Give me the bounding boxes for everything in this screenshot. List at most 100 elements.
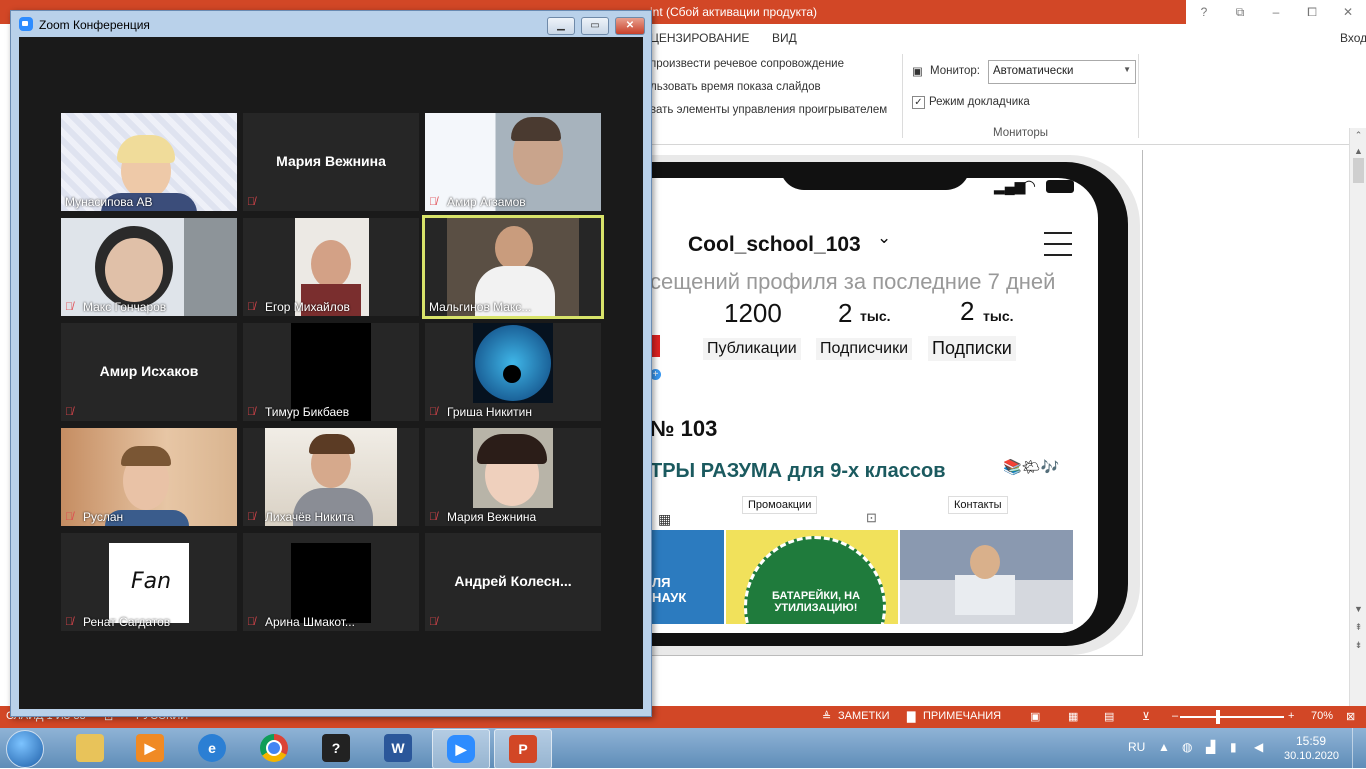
participant-tile[interactable]: 🎙̸ Руслан xyxy=(61,428,237,526)
restore-icon[interactable]: ⧠ xyxy=(1294,0,1330,24)
tray-app-icon[interactable]: ◍ xyxy=(1182,740,1192,754)
muted-mic-icon: 🎙̸ xyxy=(429,511,438,523)
tab-view[interactable]: ВИД xyxy=(772,31,797,45)
muted-mic-icon: 🎙̸ xyxy=(247,616,256,628)
next-slide-icon[interactable]: ⇟ xyxy=(1353,640,1364,651)
video-person-hair xyxy=(309,434,355,454)
highlight-contacts[interactable]: Контакты xyxy=(948,496,1008,514)
comment-icon: ▇ xyxy=(907,711,916,723)
monitor-select[interactable]: Автоматически ▼ xyxy=(988,60,1136,84)
minimize-button[interactable]: ▁ xyxy=(547,17,575,35)
participant-tile[interactable]: 🎙̸ Егор Михайлов xyxy=(243,218,419,316)
taskbar-media-player[interactable]: ▶ xyxy=(122,729,178,767)
scroll-up-icon[interactable]: ▲ xyxy=(1353,146,1364,156)
participant-tile[interactable]: 🎙̸ Гриша Никитин xyxy=(425,323,601,421)
clock-time[interactable]: 15:59 xyxy=(1296,734,1326,748)
participant-tile[interactable]: Андрей Колесн... 🎙̸ xyxy=(425,533,601,631)
participant-tile[interactable]: 🎙̸ Мария Вежнина xyxy=(425,428,601,526)
login-link[interactable]: Вход xyxy=(1340,31,1366,45)
stat-followers-unit: тыс. xyxy=(860,308,891,324)
notes-button[interactable]: ЗАМЕТКИ xyxy=(838,710,890,722)
hamburger-menu-icon[interactable] xyxy=(1044,232,1072,265)
vertical-scrollbar[interactable]: ⌃ ▲ ▼ ⇞ ⇟ xyxy=(1349,128,1366,706)
highlight-promo[interactable]: Промоакции xyxy=(742,496,818,514)
device-icon[interactable]: ▮ xyxy=(1230,740,1237,754)
zoom-in-button[interactable]: + xyxy=(1288,710,1294,722)
new-post-icon[interactable]: ⊞ xyxy=(792,628,814,633)
taskbar-internet-explorer[interactable]: e xyxy=(184,729,240,767)
option-record-narration[interactable]: произвести речевое сопровождение xyxy=(650,58,844,70)
participant-tile[interactable]: 🎙̸ Тимур Бикбаев xyxy=(243,323,419,421)
start-button[interactable] xyxy=(6,730,44,768)
scrollbar-thumb[interactable] xyxy=(1353,158,1364,183)
participant-display-name: Амир Исхаков xyxy=(99,363,199,379)
taskbar-word[interactable]: W xyxy=(370,729,426,767)
taskbar-chrome[interactable] xyxy=(246,729,302,767)
monitor-label: Монитор: xyxy=(930,65,981,77)
participant-tile[interactable]: Мунасипова АВ xyxy=(61,113,237,211)
taskbar-app[interactable]: ? xyxy=(308,729,364,767)
input-language[interactable]: RU xyxy=(1128,740,1145,754)
comments-button[interactable]: ПРИМЕЧАНИЯ xyxy=(923,710,1001,722)
minimize-icon[interactable]: – xyxy=(1258,0,1294,24)
zoom-level[interactable]: 70% xyxy=(1311,710,1333,722)
participant-tile[interactable]: Мария Вежнина 🎙̸ xyxy=(243,113,419,211)
muted-mic-icon: 🎙̸ xyxy=(247,511,256,523)
participant-tile[interactable]: Амир Исхаков 🎙̸ xyxy=(61,323,237,421)
participant-tile-active-speaker[interactable]: Мальгинов Макс... xyxy=(422,215,604,319)
normal-view-icon[interactable]: ▣ xyxy=(1030,710,1040,723)
tagged-icon[interactable]: ⊡ xyxy=(866,510,877,526)
post-thumbnail[interactable]: ЛЯ НАУК xyxy=(650,530,724,624)
powerpoint-icon: P xyxy=(509,735,537,763)
scroll-down-icon[interactable]: ▼ xyxy=(1353,604,1364,614)
grid-icon[interactable]: ▦ xyxy=(658,511,671,528)
participant-tile[interactable]: 🎙̸ Макс Гончаров xyxy=(61,218,237,316)
option-use-timings[interactable]: льзовать время показа слайдов xyxy=(650,81,821,93)
zoom-out-button[interactable]: – xyxy=(1172,710,1178,722)
taskbar-explorer[interactable] xyxy=(62,729,118,767)
show-desktop-button[interactable] xyxy=(1352,728,1366,768)
zoom-titlebar[interactable]: Zoom Конференция ▁ ▭ ✕ xyxy=(11,11,651,37)
participant-tile[interactable]: 🎙̸ Амир Агзамов xyxy=(425,113,601,211)
heart-icon[interactable]: ♡ xyxy=(914,628,937,633)
prev-slide-icon[interactable]: ⇞ xyxy=(1353,622,1364,633)
participant-tile[interactable]: Fan 🎙̸ Ренат Сагдатов xyxy=(61,533,237,631)
avatar-text: Fan xyxy=(131,569,172,594)
ribbon-display-icon[interactable]: ⧉ xyxy=(1222,0,1258,24)
reading-view-icon[interactable]: ▤ xyxy=(1104,710,1114,723)
profile-icon[interactable]: ⚇ xyxy=(1034,628,1057,633)
post-thumbnail[interactable] xyxy=(900,530,1073,624)
clock-date[interactable]: 30.10.2020 xyxy=(1284,750,1339,762)
participant-tile[interactable]: 🎙̸ Арина Шмакот... xyxy=(243,533,419,631)
taskbar-powerpoint[interactable]: P xyxy=(494,729,552,769)
instagram-username[interactable]: Cool_school_103 xyxy=(688,233,861,257)
tab-review[interactable]: ЦЕНЗИРОВАНИЕ xyxy=(650,31,749,45)
participant-name: Руслан xyxy=(83,510,124,524)
volume-icon[interactable]: ◀ xyxy=(1254,740,1263,754)
option-show-media-controls[interactable]: вать элементы управления проигрывателем xyxy=(650,104,887,116)
fit-slide-icon[interactable]: ⊠ xyxy=(1346,710,1355,723)
help-icon[interactable]: ? xyxy=(1186,0,1222,24)
taskbar-zoom[interactable]: ▶ xyxy=(432,729,490,769)
close-icon[interactable]: ✕ xyxy=(1330,0,1366,24)
participant-tile[interactable]: 🎙̸ Лихачёв Никита xyxy=(243,428,419,526)
post-thumbnail[interactable]: БАТАРЕЙКИ, НА УТИЛИЗАЦИЮ! xyxy=(726,530,898,624)
slide-sorter-icon[interactable]: ▦ xyxy=(1068,710,1078,723)
stat-following-unit: тыс. xyxy=(983,308,1014,324)
chevron-down-icon[interactable]: ⌄ xyxy=(877,228,891,248)
slideshow-icon[interactable]: ⊻ xyxy=(1142,710,1150,723)
zoom-slider[interactable] xyxy=(1180,716,1284,718)
search-icon[interactable]: ⚲ xyxy=(674,628,693,633)
presenter-mode-checkbox[interactable]: ✓ xyxy=(912,96,925,109)
photo-person-head xyxy=(970,545,1000,579)
stat-followers-number: 2 xyxy=(838,298,853,328)
show-hidden-icons[interactable]: ▲ xyxy=(1158,740,1170,754)
chrome-icon xyxy=(260,734,288,762)
close-button[interactable]: ✕ xyxy=(615,17,645,35)
zoom-slider-knob[interactable] xyxy=(1216,710,1220,724)
zoom-window-title: Zoom Конференция xyxy=(39,18,150,32)
collapse-icon[interactable]: ⌃ xyxy=(1353,130,1364,141)
monitor-select-value: Автоматически xyxy=(993,65,1074,77)
maximize-button[interactable]: ▭ xyxy=(581,17,609,35)
network-icon[interactable]: ▟ xyxy=(1206,740,1215,754)
